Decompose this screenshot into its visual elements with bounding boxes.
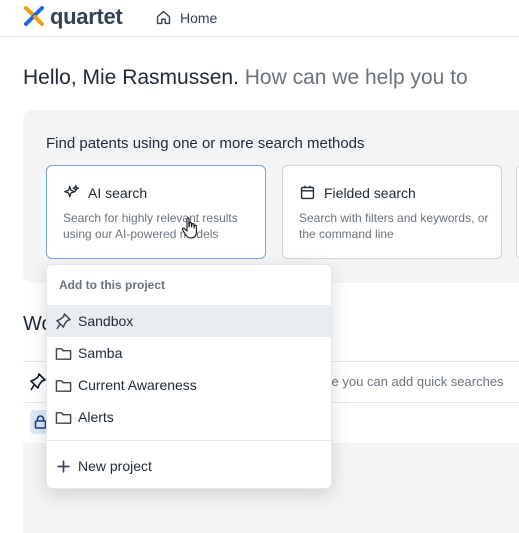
- folder-icon: [55, 347, 72, 360]
- calendar-icon: [300, 185, 315, 200]
- home-label: Home: [180, 9, 218, 26]
- ai-search-description: Search for highly relevant results using…: [63, 211, 238, 241]
- home-link[interactable]: Home: [155, 9, 217, 26]
- new-project-button[interactable]: New project: [47, 450, 331, 482]
- menu-item-current-awareness[interactable]: Current Awareness: [47, 369, 331, 401]
- plus-icon: [57, 459, 70, 473]
- brand-name[interactable]: quartet: [50, 4, 123, 30]
- menu-item-label: Samba: [78, 345, 123, 361]
- pin-icon: [56, 312, 71, 329]
- folder-icon: [55, 379, 72, 392]
- fielded-search-title: Fielded search: [324, 184, 416, 201]
- quartet-logo-icon[interactable]: [24, 6, 44, 26]
- menu-item-alerts[interactable]: Alerts: [47, 401, 331, 433]
- greeting-question: How can we help you to: [244, 66, 468, 89]
- menu-header: Add to this project: [59, 278, 165, 292]
- search-methods-title: Find patents using one or more search me…: [46, 135, 365, 152]
- sparkles-icon: [64, 185, 79, 198]
- new-project-label: New project: [78, 458, 152, 474]
- top-bar: quartet Home: [0, 0, 519, 37]
- menu-item-label: Current Awareness: [78, 377, 197, 393]
- ai-search-title-row: AI search: [63, 184, 147, 201]
- menu-item-label: Alerts: [78, 409, 114, 425]
- menu-item-sandbox[interactable]: Sandbox: [47, 305, 331, 337]
- menu-divider: [47, 440, 331, 441]
- greeting: Hello, Mie Rasmussen. How can we help yo…: [23, 66, 468, 90]
- add-to-project-menu: Add to this project Sandbox Samba Curren…: [46, 264, 332, 489]
- menu-item-label: Sandbox: [78, 313, 134, 329]
- fielded-search-description: Search with filters and keywords, or the…: [299, 211, 489, 241]
- greeting-name: Hello, Mie Rasmussen.: [23, 66, 239, 89]
- ai-search-card[interactable]: AI search Search for highly relevant res…: [46, 165, 266, 259]
- hand-cursor-icon: [181, 217, 197, 239]
- pin-icon[interactable]: [30, 373, 46, 391]
- folder-icon: [55, 411, 72, 424]
- home-icon: [156, 10, 171, 25]
- menu-item-samba[interactable]: Samba: [47, 337, 331, 369]
- fielded-search-title-row: Fielded search: [299, 184, 416, 201]
- quick-searches-hint: ere you can add quick searches: [320, 374, 504, 389]
- search-methods-panel: Find patents using one or more search me…: [23, 110, 519, 283]
- ai-search-title: AI search: [88, 184, 148, 201]
- fielded-search-card[interactable]: Fielded search Search with filters and k…: [282, 165, 502, 259]
